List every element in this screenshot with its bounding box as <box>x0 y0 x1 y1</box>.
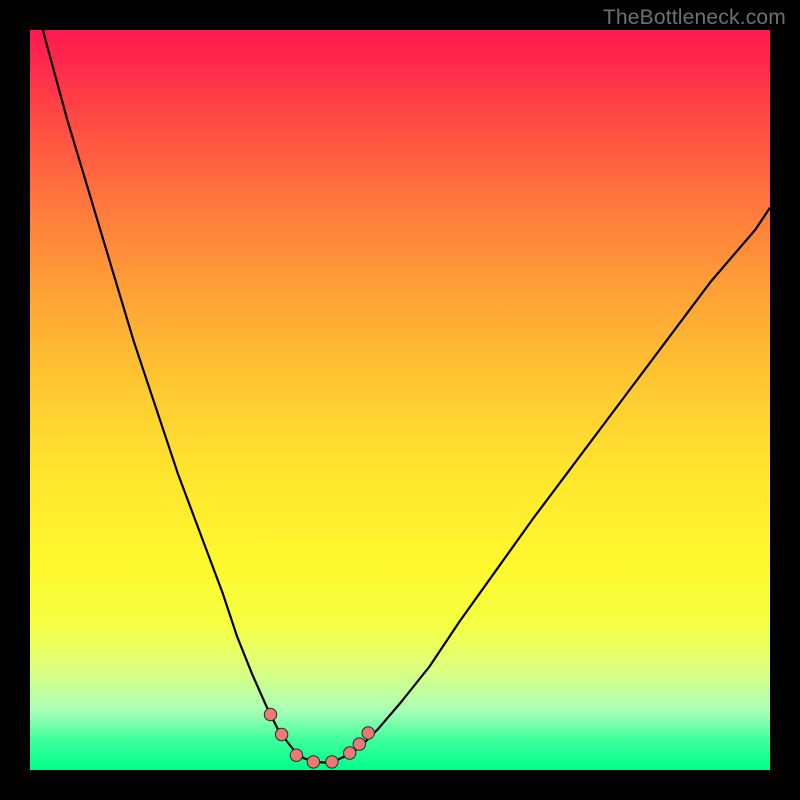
data-marker <box>344 747 356 759</box>
bottleneck-curve <box>30 30 770 763</box>
data-marker <box>353 738 365 750</box>
data-marker <box>307 756 319 768</box>
data-marker <box>290 749 302 761</box>
data-marker <box>362 727 374 739</box>
data-marker <box>326 756 338 768</box>
data-marker <box>264 708 276 720</box>
data-marker <box>275 728 287 740</box>
watermark-text: TheBottleneck.com <box>603 6 786 30</box>
